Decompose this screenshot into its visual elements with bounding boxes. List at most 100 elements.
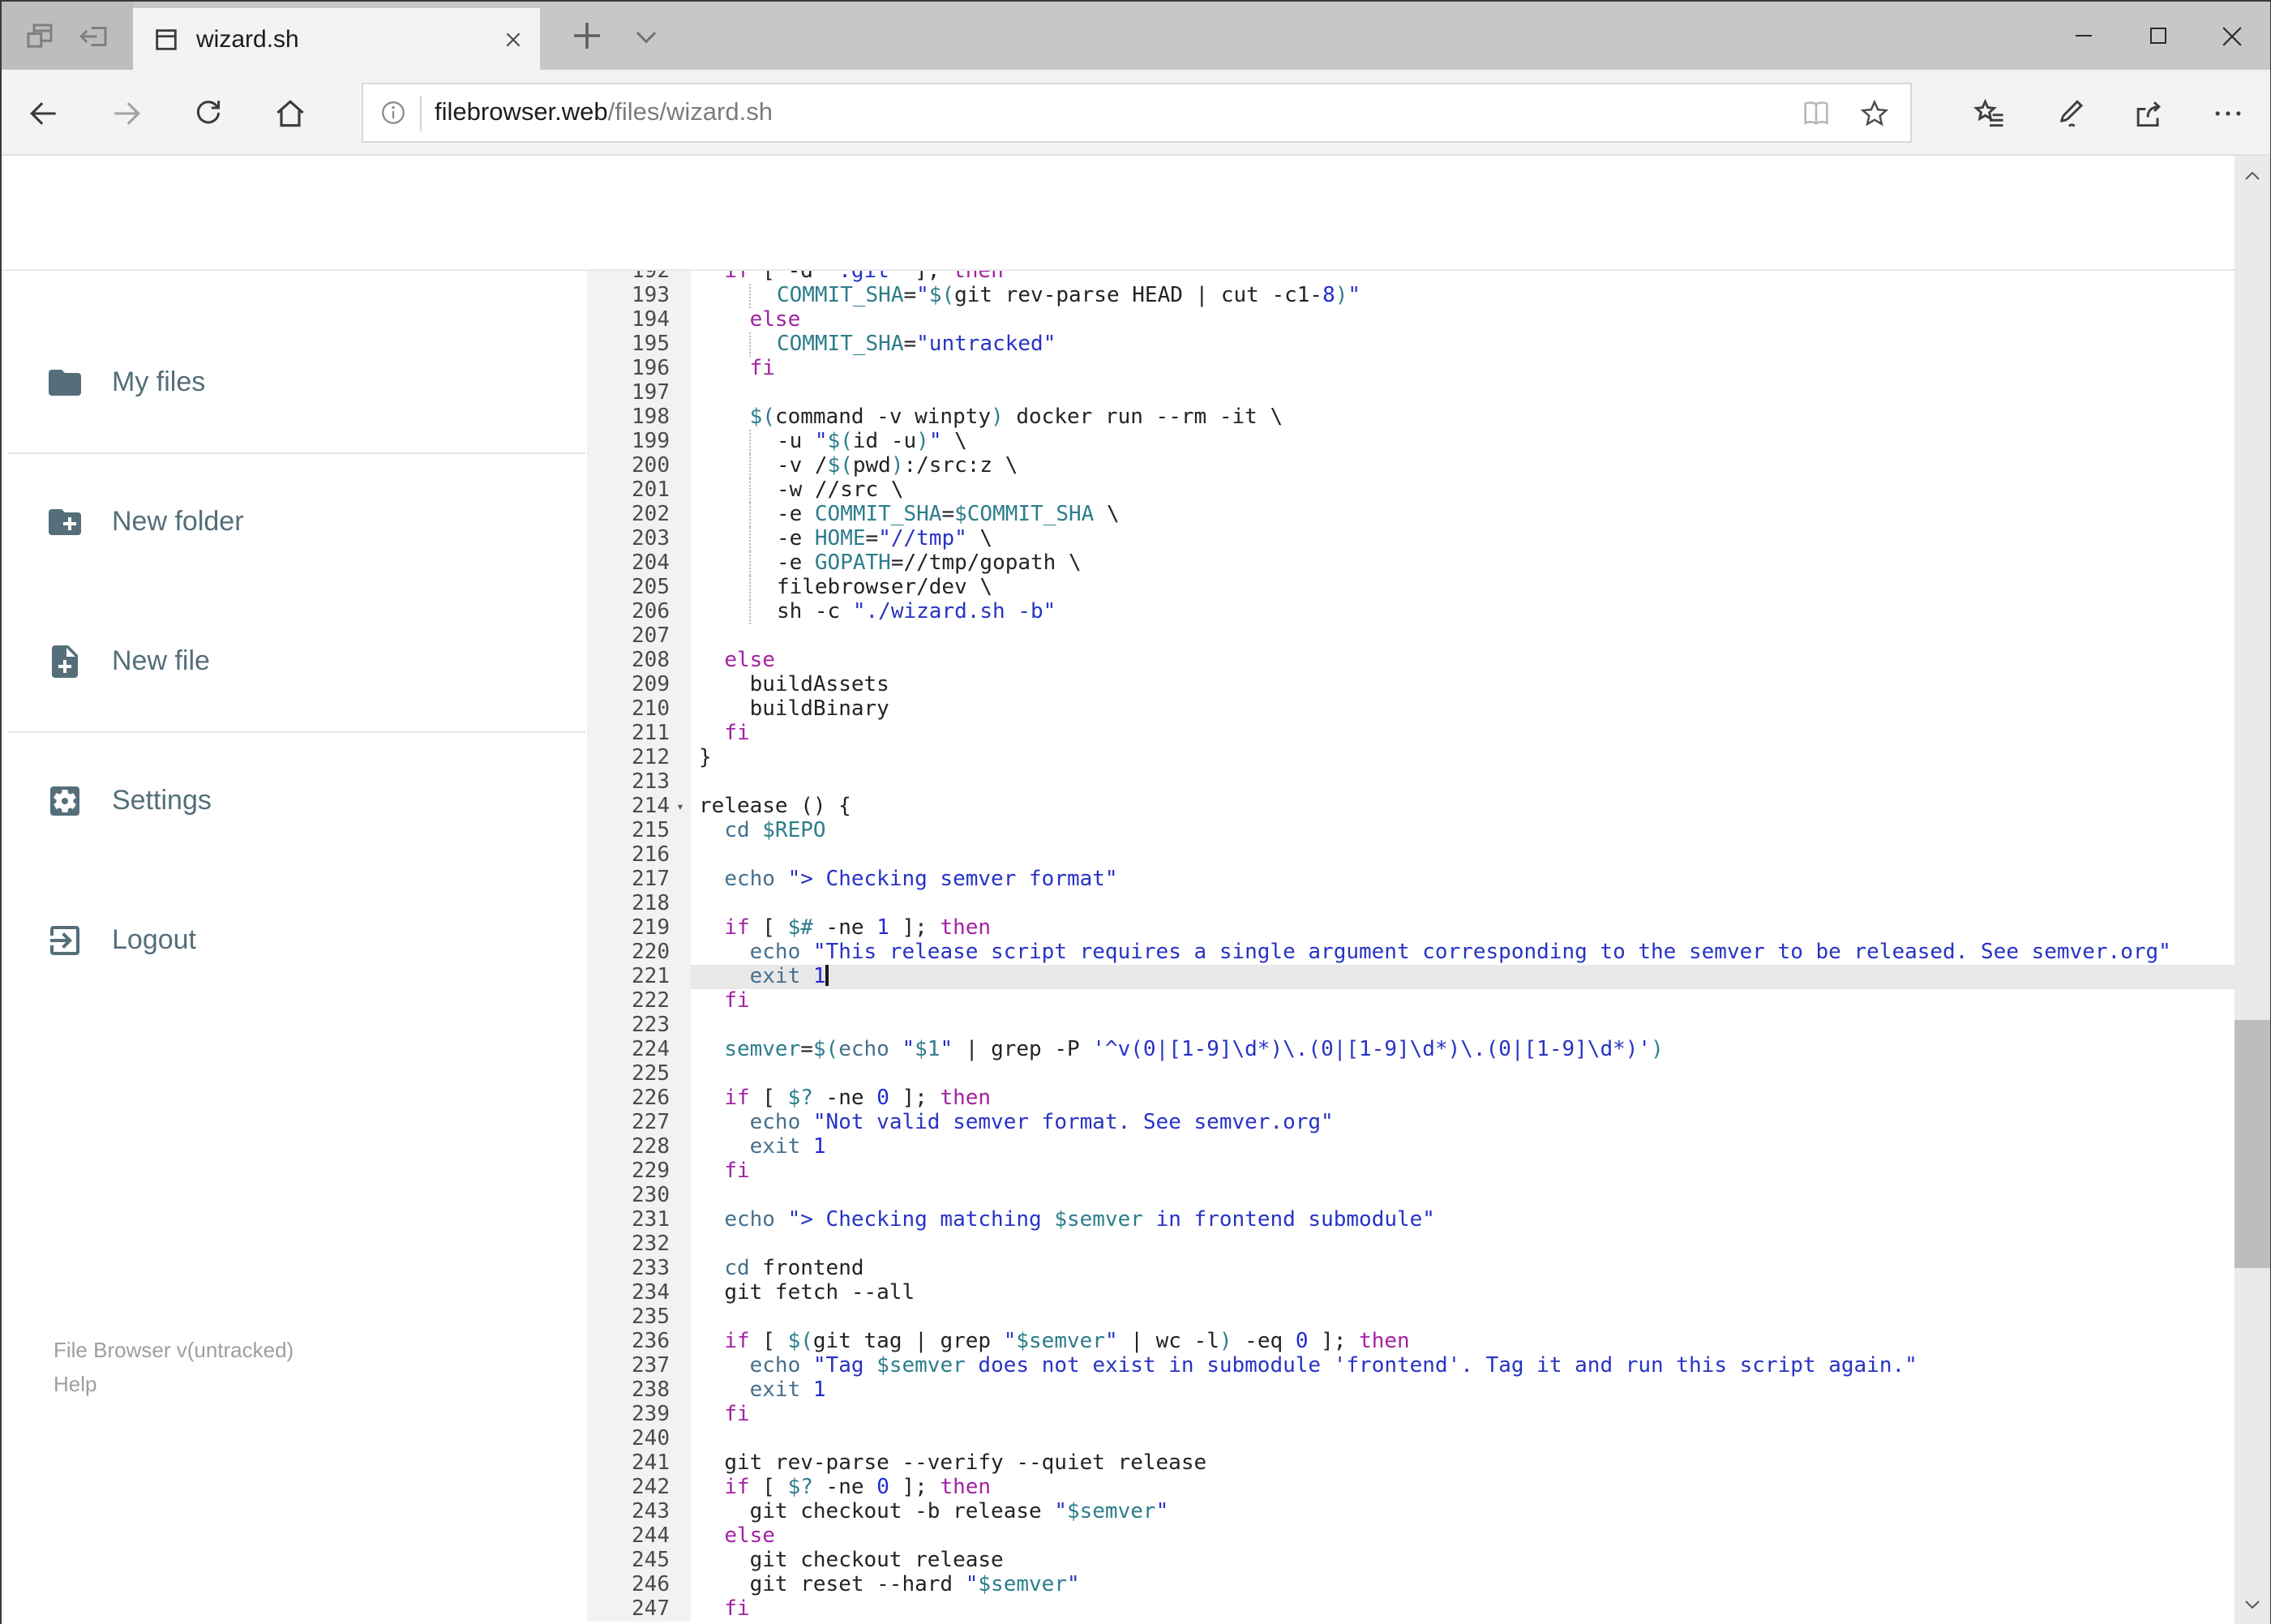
code-line[interactable]: 229 fi [587, 1159, 2236, 1184]
code-line[interactable]: 211 fi [587, 722, 2236, 746]
code-line[interactable]: 237 echo "Tag $semver does not exist in … [587, 1354, 2236, 1378]
code-line[interactable]: 200 -v /$(pwd):/src:z \ [587, 454, 2236, 478]
code-line[interactable]: 205 filebrowser/dev \ [587, 576, 2236, 600]
code-line[interactable]: 206 sh -c "./wizard.sh -b" [587, 600, 2236, 624]
code-line[interactable]: 193 COMMIT_SHA="$(git rev-parse HEAD | c… [587, 284, 2236, 308]
code-line[interactable]: 222 fi [587, 989, 2236, 1013]
minimize-button[interactable] [2046, 2, 2120, 70]
annotate-button[interactable] [2037, 70, 2102, 156]
code-line[interactable]: 199 -u "$(id -u)" \ [587, 430, 2236, 454]
reading-view-button[interactable] [1800, 96, 1832, 129]
set-tabs-aside-button[interactable] [77, 19, 113, 53]
code-line[interactable]: 245 git checkout release [587, 1549, 2236, 1573]
code-line[interactable]: 212} [587, 746, 2236, 770]
code-line[interactable]: 231 echo "> Checking matching $semver in… [587, 1208, 2236, 1232]
line-number: 216 [587, 843, 691, 868]
code-line[interactable]: 202 -e COMMIT_SHA=$COMMIT_SHA \ [587, 503, 2236, 527]
code-line[interactable]: 210 buildBinary [587, 697, 2236, 722]
sidebar-item-label: My files [112, 366, 206, 397]
url-bar[interactable]: filebrowser.web/files/wizard.sh [362, 83, 1912, 143]
back-button[interactable] [11, 70, 76, 156]
sidebar-item-new-folder[interactable]: New folder [2, 483, 585, 561]
code-line[interactable]: 232 [587, 1232, 2236, 1257]
code-line[interactable]: 213 [587, 770, 2236, 795]
code-line[interactable]: 216 [587, 843, 2236, 868]
favorites-list-icon [1972, 95, 2007, 131]
fold-marker-empty [670, 624, 691, 649]
code-line[interactable]: 195 COMMIT_SHA="untracked" [587, 332, 2236, 357]
url-text[interactable]: filebrowser.web/files/wizard.sh [435, 98, 1800, 127]
line-number: 208 [587, 649, 691, 673]
scroll-down-button[interactable] [2234, 1586, 2269, 1622]
code-line[interactable]: 230 [587, 1184, 2236, 1208]
fold-marker-empty [670, 697, 691, 722]
tab-preview-button[interactable] [22, 19, 56, 53]
favorite-button[interactable] [1858, 96, 1891, 129]
maximize-button[interactable] [2120, 2, 2195, 70]
share-button[interactable] [2116, 70, 2181, 156]
tab-preview-toggle-button[interactable] [631, 21, 662, 52]
code-line[interactable]: 239 fi [587, 1403, 2236, 1427]
code-line[interactable]: 209 buildAssets [587, 673, 2236, 697]
code-line[interactable]: 240 [587, 1427, 2236, 1451]
help-link[interactable]: Help [54, 1367, 294, 1401]
code-line[interactable]: 227 echo "Not valid semver format. See s… [587, 1111, 2236, 1135]
code-line[interactable]: 226 if [ $? -ne 0 ]; then [587, 1086, 2236, 1111]
code-line[interactable]: 207 [587, 624, 2236, 649]
code-line[interactable]: 228 exit 1 [587, 1135, 2236, 1159]
code-line[interactable]: 235 [587, 1305, 2236, 1330]
code-line[interactable]: 201 -w //src \ [587, 478, 2236, 503]
sidebar-footer: File Browser v(untracked) Help [54, 1333, 294, 1401]
home-button[interactable] [258, 70, 323, 156]
code-line[interactable]: 220 echo "This release script requires a… [587, 941, 2236, 965]
code-line[interactable]: 219 if [ $# -ne 1 ]; then [587, 916, 2236, 941]
scroll-up-button[interactable] [2234, 159, 2269, 195]
code-line[interactable]: 233 cd frontend [587, 1257, 2236, 1281]
refresh-button[interactable] [175, 70, 240, 156]
code-line[interactable]: 215 cd $REPO [587, 819, 2236, 843]
more-button[interactable] [2196, 70, 2260, 156]
sidebar-item-logout[interactable]: Logout [2, 902, 585, 979]
code-line[interactable]: 243 git checkout -b release "$semver" [587, 1500, 2236, 1524]
code-line[interactable]: 247 fi [587, 1597, 2236, 1622]
fold-marker-icon[interactable]: ▾ [670, 795, 691, 819]
close-tab-button[interactable] [503, 28, 524, 49]
close-window-button[interactable] [2195, 2, 2269, 70]
code-line[interactable]: 225 [587, 1062, 2236, 1086]
code-line[interactable]: 238 exit 1 [587, 1378, 2236, 1403]
code-line[interactable]: 218 [587, 892, 2236, 916]
code-line[interactable]: 246 git reset --hard "$semver" [587, 1573, 2236, 1597]
tab-wizard-sh[interactable]: wizard.sh [133, 8, 540, 70]
code-line[interactable]: 242 if [ $? -ne 0 ]; then [587, 1476, 2236, 1500]
line-number: 220 [587, 941, 691, 965]
fold-marker-empty [670, 1549, 691, 1573]
forward-button[interactable] [94, 70, 159, 156]
code-line[interactable]: 214 ▾ release () { [587, 795, 2236, 819]
code-line[interactable]: 203 -e HOME="//tmp" \ [587, 527, 2236, 551]
code-line[interactable]: 241 git rev-parse --verify --quiet relea… [587, 1451, 2236, 1476]
hub-button[interactable] [1957, 70, 2022, 156]
code-line[interactable]: 192 if [ -d ".git" ]; then [587, 271, 2236, 284]
code-line[interactable]: 234 git fetch --all [587, 1281, 2236, 1305]
scrollbar-thumb[interactable] [2234, 1020, 2269, 1268]
code-line[interactable]: 224 semver=$(echo "$1" | grep -P '^v(0|[… [587, 1038, 2236, 1062]
sidebar-item-settings[interactable]: Settings [2, 762, 585, 840]
code-line[interactable]: 198 $(command -v winpty) docker run --rm… [587, 405, 2236, 430]
page-scrollbar[interactable] [2234, 156, 2269, 1624]
code-line[interactable]: 208 else [587, 649, 2236, 673]
sidebar-item-label: New folder [112, 506, 244, 537]
site-info-icon[interactable] [379, 99, 407, 126]
code-line[interactable]: 196 fi [587, 357, 2236, 381]
code-line[interactable]: 236 if [ $(git tag | grep "$semver" | wc… [587, 1330, 2236, 1354]
code-line[interactable]: 197 [587, 381, 2236, 405]
code-line[interactable]: 217 echo "> Checking semver format" [587, 868, 2236, 892]
sidebar-item-new-file[interactable]: New file [2, 623, 585, 701]
sidebar-item-my-files[interactable]: My files [2, 344, 585, 422]
code-editor[interactable]: 192 if [ -d ".git" ]; then 193 COMMIT_SHA… [587, 271, 2236, 1624]
code-line[interactable]: 194 else [587, 308, 2236, 332]
code-line[interactable]: 223 [587, 1013, 2236, 1038]
code-line[interactable]: 204 -e GOPATH=//tmp/gopath \ [587, 551, 2236, 576]
code-line[interactable]: 244 else [587, 1524, 2236, 1549]
code-line[interactable]: 221 exit 1 [587, 965, 2236, 989]
new-tab-button[interactable] [568, 16, 606, 55]
